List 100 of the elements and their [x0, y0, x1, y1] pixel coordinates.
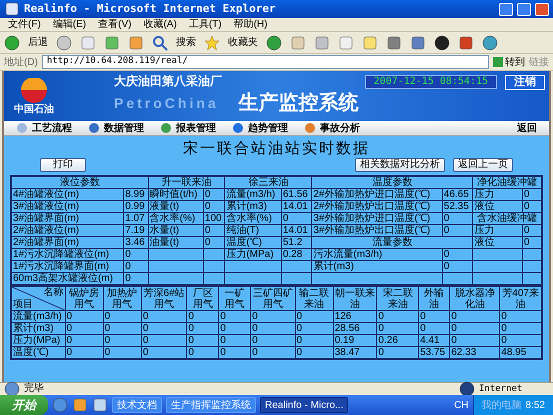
nav-icon — [232, 122, 244, 134]
table-cell: 0 — [203, 188, 225, 200]
table-cell: 0 — [522, 236, 542, 248]
menu-item[interactable]: 工具(T) — [188, 18, 222, 30]
table-cell: 3#油罐界面(m) — [11, 212, 124, 224]
table-cell: 0 — [450, 334, 500, 346]
menu-item[interactable]: 收藏(A) — [143, 18, 177, 30]
table-cell: 0 — [186, 310, 219, 322]
table-cell: 0 — [450, 322, 500, 334]
minimize-button[interactable] — [499, 2, 513, 16]
table-cell: 0 — [65, 310, 104, 322]
maximize-button[interactable] — [517, 2, 531, 16]
address-label: 地址(D) — [4, 56, 38, 70]
column-header: 厂区用气 — [186, 286, 219, 310]
table-cell: 3#油罐液位(m) — [11, 200, 124, 212]
column-header: 锅炉房用气 — [65, 286, 104, 310]
logout-button[interactable]: 注销 — [505, 75, 545, 90]
table-cell: 0 — [250, 322, 296, 334]
table-cell: 0 — [376, 346, 419, 359]
taskbar-button[interactable]: Realinfo - Micro... — [260, 397, 348, 413]
table-cell: 1#污水沉降罐液位(m) — [11, 248, 124, 260]
nav-item[interactable]: 工艺流程 — [32, 120, 72, 136]
favorites-button[interactable]: 收藏夹 — [228, 35, 258, 50]
column-header: 外输油 — [418, 286, 450, 310]
table-cell: 0 — [141, 334, 187, 346]
table-cell: 0 — [186, 346, 219, 359]
table-cell: 60m3高架水罐液位(m) — [11, 272, 124, 285]
nav-item[interactable]: 事故分析 — [320, 120, 360, 136]
back-page-button[interactable]: 返回上一页 — [453, 158, 513, 172]
compare-button[interactable]: 相关数据对比分析 — [355, 158, 445, 172]
table-cell: 0 — [203, 224, 225, 236]
table-cell: 0 — [124, 260, 148, 272]
table-cell: 0 — [295, 346, 334, 359]
table-cell: 14.01 — [281, 224, 312, 236]
table-cell: 51.2 — [281, 236, 312, 248]
table-cell: 0 — [522, 188, 542, 200]
table-cell: 0 — [250, 310, 296, 322]
column-header: 输二联来油 — [295, 286, 334, 310]
print-button[interactable]: 打印 — [40, 158, 86, 172]
nav-item[interactable]: 趋势管理 — [248, 120, 288, 136]
table-cell: 3#外输加热炉出口温度(℃) — [312, 224, 442, 236]
table-cell: 7.19 — [124, 224, 148, 236]
table-cell: 0 — [141, 346, 187, 359]
table-cell: 0 — [65, 334, 104, 346]
taskbar-button[interactable]: 技术文档 — [112, 397, 162, 413]
table-cell: 38.47 — [333, 346, 377, 359]
menu-item[interactable]: 编辑(E) — [52, 18, 86, 30]
go-button[interactable]: 转到 — [493, 54, 525, 70]
page-title: 宋一联合站油站实时数据 — [182, 139, 371, 157]
status-text: 完毕 — [24, 383, 45, 395]
table-cell: 0 — [218, 334, 251, 346]
column-header: 三矿四矿用气 — [250, 286, 296, 310]
section-header: 流量参数 — [312, 236, 473, 248]
search-button[interactable]: 搜索 — [176, 35, 196, 50]
table-cell: 0 — [500, 334, 542, 346]
section-header: 徐三来油 — [224, 176, 312, 188]
table-cell: 压力(MPa) — [224, 248, 282, 260]
table-cell: 0 — [281, 212, 312, 224]
table-cell: 0 — [376, 310, 419, 322]
table-cell: 0 — [442, 224, 473, 236]
table-cell: 压力 — [472, 224, 522, 236]
table-cell: 0 — [418, 322, 450, 334]
back-button[interactable]: 后退 — [28, 35, 48, 50]
table-cell: 含水率(%) — [224, 212, 282, 224]
nav-icon — [88, 122, 100, 134]
globe-icon — [459, 381, 475, 397]
taskbar-button[interactable]: 生产指挥监控系统 — [166, 397, 256, 413]
company-name: 大庆油田第八采油厂 — [114, 74, 223, 88]
close-button[interactable] — [535, 2, 549, 16]
table-cell: 液位 — [472, 200, 522, 212]
table-cell: 累计(m3) — [312, 260, 442, 272]
table-cell: 0 — [65, 322, 104, 334]
table-cell: 8.99 — [124, 188, 148, 200]
table-cell: 14.01 — [281, 200, 312, 212]
menu-item[interactable]: 帮助(H) — [234, 18, 268, 30]
column-header: 芳深6#站用气 — [141, 286, 187, 310]
table-cell: 0.19 — [333, 334, 377, 346]
nav-item[interactable]: 报表管理 — [176, 120, 216, 136]
star-icon — [204, 34, 220, 50]
table-cell: 0 — [450, 310, 500, 322]
table-cell: 0 — [500, 310, 542, 322]
row-header: 流量(m3/h) — [11, 310, 65, 322]
back-link[interactable]: 返回 — [517, 120, 537, 136]
table-cell: 0 — [442, 248, 473, 260]
table-cell: 0.26 — [376, 334, 419, 346]
table-cell: 流量(m3/h) — [224, 188, 282, 200]
table-cell: 0 — [250, 346, 296, 359]
address-field[interactable]: http://10.64.208.119/real/ — [42, 55, 489, 69]
table-cell: 0.99 — [124, 200, 148, 212]
table-cell: 0 — [141, 310, 187, 322]
menu-item[interactable]: 查看(V) — [98, 18, 132, 30]
table-cell: 52.35 — [442, 200, 473, 212]
column-header: 脱水器净化油 — [450, 286, 500, 310]
corner-header: 项目 — [13, 299, 33, 310]
logo-icon — [19, 78, 49, 104]
nav-item[interactable]: 数据管理 — [104, 120, 144, 136]
table-cell: 压力 — [472, 188, 522, 200]
table-cell: 0 — [103, 334, 142, 346]
table-cell: 0 — [103, 310, 142, 322]
menu-item[interactable]: 文件(F) — [8, 18, 41, 30]
